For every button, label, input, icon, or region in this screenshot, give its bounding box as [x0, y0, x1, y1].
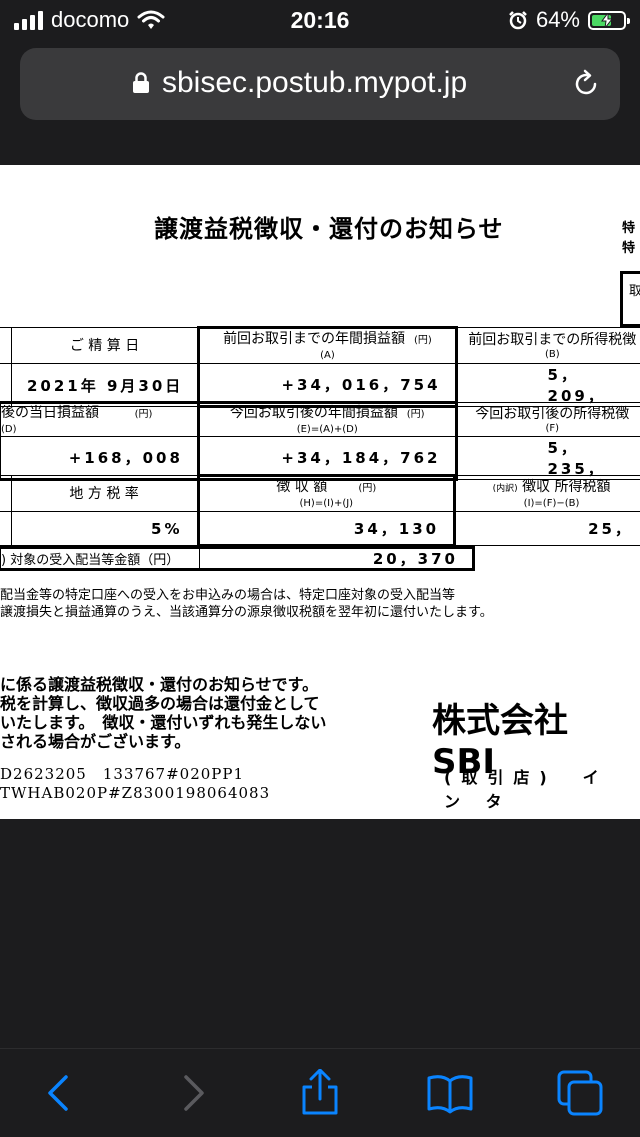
battery-charging-icon — [588, 10, 630, 30]
code-line: D2623205 133767#020PP1 — [0, 765, 245, 783]
breakdown-header: (内訳) 徴収 所得税額 (I)=(F)−(B) — [454, 475, 640, 512]
status-right: 64% — [508, 7, 630, 33]
dividend-value: 20，370 — [372, 549, 458, 568]
breakdown-value: 25， — [454, 511, 640, 546]
local-tax-header: 地 方 税 率 — [10, 475, 199, 512]
clipped-label-1: 特 — [622, 221, 636, 236]
reload-icon[interactable] — [570, 68, 602, 100]
curr-tax-header: 今回お取引後の所得税徴 (F) — [455, 402, 640, 437]
prev-tax-header: 前回お取引までの所得税徴 (B) — [455, 327, 640, 364]
back-icon[interactable] — [36, 1069, 84, 1117]
note-line: 配当金等の特定口座への受入をお申込みの場合は、特定口座対象の受入配当等 — [0, 588, 456, 603]
prev-annual-header: 前回お取引までの年間損益額 (円) (A) — [197, 326, 458, 364]
clipped-label-3: 取 — [629, 284, 640, 299]
table-row-3: 地 方 税 率 徴 収 額 (円) (H)=(I)+(J) (内訳) 徴収 所得… — [0, 474, 640, 547]
table-row-4: ) 対象の受入配当等金額（円） 20，370 — [0, 546, 475, 571]
notice-line: いたします。 徴収・還付いずれも発生しない — [0, 713, 327, 732]
day-pl-header: 後の当日損益額 (円) (D) — [0, 401, 200, 437]
forward-icon[interactable] — [168, 1069, 216, 1117]
collected-value: 34，130 — [196, 511, 457, 547]
collected-header: 徴 収 額 (円) (H)=(I)+(J) — [196, 474, 457, 512]
bottom-toolbar — [0, 1048, 640, 1137]
alarm-icon — [509, 11, 527, 30]
date-header: ご 精 算 日 — [10, 327, 200, 364]
url-text[interactable]: sbisec.postub.mypot.jp — [162, 66, 467, 100]
clipped-box: 取 — [620, 271, 640, 327]
local-tax-value: 5% — [10, 511, 199, 546]
document-title: 譲渡益税徴収・還付のお知らせ — [154, 215, 504, 243]
notes: 配当金等の特定口座への受入をお申込みの場合は、特定口座対象の受入配当等 譲渡損失… — [0, 587, 493, 621]
share-icon[interactable] — [296, 1069, 344, 1117]
reference-codes: D2623205 133767#020PP1 TWHAB020P#Z830019… — [0, 765, 270, 803]
table-row-2: 後の当日損益額 (円) (D) 今回お取引後の年間損益額 (円) (E)=(A)… — [0, 401, 640, 481]
branch-label: (取引店) イ ン タ — [444, 768, 609, 811]
table-row-1: ご 精 算 日 前回お取引までの年間損益額 (円) (A) 前回お取引までの所得… — [0, 326, 640, 408]
address-bar[interactable]: sbisec.postub.mypot.jp — [20, 48, 620, 120]
web-content[interactable]: 譲渡益税徴収・還付のお知らせ 特 特 取 ご 精 算 日 前回お取引までの年間損… — [0, 165, 640, 819]
clipped-label-2: 特 — [622, 241, 636, 256]
curr-annual-header: 今回お取引後の年間損益額 (円) (E)=(A)+(D) — [196, 401, 458, 437]
notice-line: 税を計算し、徴収過多の場合は還付金として — [0, 694, 320, 713]
lock-icon — [133, 72, 149, 93]
bookmarks-icon[interactable] — [426, 1069, 474, 1117]
battery-percent: 64% — [535, 7, 580, 32]
status-bar: docomo 20:16 64% — [0, 0, 640, 42]
notice-line: される場合がございます。 — [0, 732, 191, 751]
dividend-label: ) 対象の受入配当等金額（円） — [0, 547, 200, 570]
code-line: TWHAB020P#Z8300198064083 — [0, 784, 271, 802]
notice-line: に係る譲渡益税徴収・還付のお知らせです。 — [0, 675, 319, 694]
notice-text: に係る譲渡益税徴収・還付のお知らせです。 税を計算し、徴収過多の場合は還付金とし… — [0, 675, 326, 751]
note-line: 譲渡損失と損益通算のうえ、当該通算分の源泉徴収税額を翌年初に還付いたします。 — [0, 605, 493, 620]
tabs-icon[interactable] — [556, 1069, 604, 1117]
